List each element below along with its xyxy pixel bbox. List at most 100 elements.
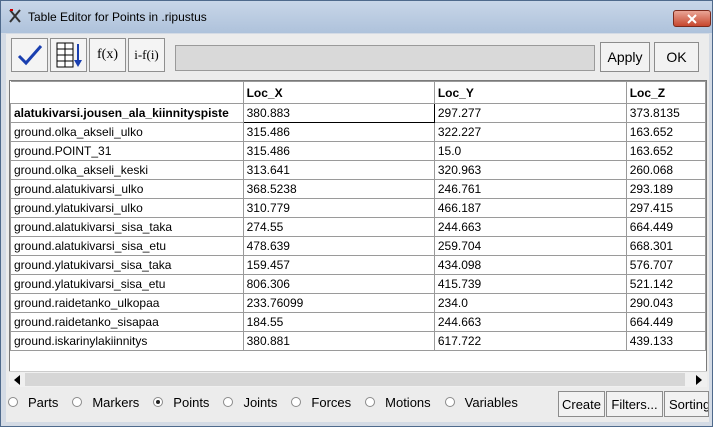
expression-field[interactable] [175,45,595,71]
create-button[interactable]: Create [558,391,605,417]
loc-y-cell[interactable]: 246.761 [433,179,627,199]
window-title: Table Editor for Points in .ripustus [28,10,207,24]
row-name-cell[interactable]: ground.ylatukivarsi_sisa_etu [10,274,244,294]
function-icon: f(x) [97,47,118,62]
scroll-thumb[interactable] [25,373,685,386]
radio-motions[interactable]: Motions [365,395,431,410]
scroll-right-icon[interactable] [696,375,702,385]
radio-dot-icon[interactable] [444,397,455,407]
table-row: ground.alatukivarsi_sisa_taka 274.55 244.6… [10,217,706,237]
loc-z-cell[interactable]: 576.707 [625,255,706,275]
loc-y-cell[interactable]: 15.0 [433,141,627,161]
loc-x-cell[interactable]: 233.76099 [242,293,435,313]
loc-z-cell[interactable]: 521.142 [625,274,706,294]
title-bar[interactable]: Table Editor for Points in .ripustus [1,1,712,33]
sorting-button[interactable]: Sorting [664,391,709,417]
loc-z-cell[interactable]: 260.068 [625,160,706,180]
loc-y-cell[interactable]: 617.722 [433,331,627,351]
radio-dot-icon[interactable] [223,397,234,407]
loc-y-cell[interactable]: 234.0 [433,293,627,313]
radio-label: Parts [28,394,59,410]
radio-label: Joints [243,394,278,410]
loc-x-cell[interactable]: 315.486 [242,141,435,161]
column-header-loc-y[interactable]: Loc_Y [433,81,627,104]
loc-x-cell[interactable]: 368.5238 [242,179,435,199]
points-table: Loc_X Loc_Y Loc_Z alatukivarsi.jousen_al… [9,80,707,387]
table-row: ground.raidetanko_sisapaa 184.55 244.663 66… [10,312,706,332]
loc-y-cell[interactable]: 322.227 [433,122,627,142]
loc-z-cell[interactable]: 297.415 [625,198,706,218]
points-grid: Loc_X Loc_Y Loc_Z alatukivarsi.jousen_al… [10,81,706,351]
loc-x-cell[interactable]: 310.779 [242,198,435,218]
loc-x-cell[interactable]: 478.639 [242,236,435,256]
scroll-left-icon[interactable] [14,375,20,385]
radio-dot-icon[interactable] [8,397,18,407]
table-sort-icon [56,42,82,68]
loc-x-cell[interactable]: 806.306 [242,274,435,294]
loc-z-cell[interactable]: 439.133 [625,331,706,351]
row-name-cell[interactable]: ground.olka_akseli_ulko [10,122,244,142]
table-row: ground.olka_akseli_keski 313.641 320.963 26… [10,160,706,180]
radio-dot-icon[interactable] [291,397,302,407]
row-name-cell[interactable]: ground.POINT_31 [10,141,244,161]
ok-button[interactable]: OK [654,42,699,72]
loc-z-cell[interactable]: 290.043 [625,293,706,313]
filters-button[interactable]: Filters... [606,391,663,417]
accept-button[interactable] [11,38,48,72]
radio-label: Markers [92,394,140,410]
loc-z-cell[interactable]: 668.301 [625,236,706,256]
table-body: alatukivarsi.jousen_ala_kiinnityspiste 38… [10,103,706,351]
radio-joints[interactable]: Joints [223,395,277,410]
radio-variables[interactable]: Variables [444,395,518,410]
loc-x-cell[interactable]: 315.486 [242,122,435,142]
row-name-cell[interactable]: ground.raidetanko_ulkopaa [10,293,244,313]
close-button[interactable] [673,10,711,27]
object-type-filter: Parts Markers Points Joints Forces Motions Var… [8,392,532,412]
loc-y-cell[interactable]: 244.663 [433,312,627,332]
apply-button[interactable]: Apply [600,42,650,72]
loc-y-cell[interactable]: 320.963 [433,160,627,180]
loc-y-cell[interactable]: 259.704 [433,236,627,256]
row-name-cell[interactable]: ground.alatukivarsi_sisa_taka [10,217,244,237]
loc-z-cell[interactable]: 163.652 [625,122,706,142]
column-header-loc-z[interactable]: Loc_Z [625,81,706,104]
radio-markers[interactable]: Markers [72,395,139,410]
info-function-button[interactable]: i-f(i) [128,38,165,72]
row-name-cell[interactable]: ground.iskarinylakiinnitys [10,331,244,351]
loc-x-cell[interactable]: 274.55 [242,217,435,237]
radio-dot-icon[interactable] [72,397,83,407]
radio-dot-icon[interactable] [153,397,164,407]
loc-y-cell[interactable]: 434.098 [433,255,627,275]
radio-parts[interactable]: Parts [8,395,58,410]
table-sort-button[interactable] [50,38,87,72]
loc-z-cell[interactable]: 373.8135 [625,103,706,123]
row-name-cell[interactable]: ground.alatukivarsi_ulko [10,179,244,199]
row-name-cell[interactable]: ground.ylatukivarsi_sisa_taka [10,255,244,275]
loc-y-cell[interactable]: 415.739 [433,274,627,294]
table-row: ground.POINT_31 315.486 15.0 163.652 [10,141,706,161]
loc-x-cell[interactable]: 380.883 [242,103,435,123]
loc-z-cell[interactable]: 293.189 [625,179,706,199]
column-header-loc-x[interactable]: Loc_X [242,81,435,104]
radio-forces[interactable]: Forces [291,395,351,410]
loc-x-cell[interactable]: 159.457 [242,255,435,275]
loc-y-cell[interactable]: 466.187 [433,198,627,218]
loc-x-cell[interactable]: 313.641 [242,160,435,180]
row-name-cell[interactable]: ground.raidetanko_sisapaa [10,312,244,332]
loc-z-cell[interactable]: 664.449 [625,312,706,332]
horizontal-scrollbar[interactable] [9,371,707,387]
row-name-cell[interactable]: alatukivarsi.jousen_ala_kiinnityspiste [10,103,244,123]
loc-x-cell[interactable]: 380.881 [242,331,435,351]
row-name-cell[interactable]: ground.olka_akseli_keski [10,160,244,180]
loc-y-cell[interactable]: 244.663 [433,217,627,237]
table-editor-window: Table Editor for Points in .ripustus f(x… [0,0,713,427]
loc-x-cell[interactable]: 184.55 [242,312,435,332]
radio-points[interactable]: Points [153,395,209,410]
radio-dot-icon[interactable] [365,397,376,407]
function-button[interactable]: f(x) [89,38,126,72]
row-name-cell[interactable]: ground.ylatukivarsi_ulko [10,198,244,218]
loc-y-cell[interactable]: 297.277 [433,103,627,123]
loc-z-cell[interactable]: 163.652 [625,141,706,161]
loc-z-cell[interactable]: 664.449 [625,217,706,237]
row-name-cell[interactable]: ground.alatukivarsi_sisa_etu [10,236,244,256]
